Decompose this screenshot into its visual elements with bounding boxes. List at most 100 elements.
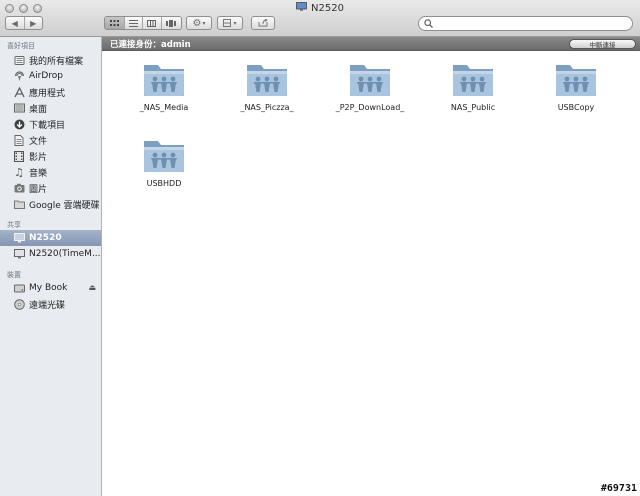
sidebar-item-applications[interactable]: 應用程式 [0, 84, 101, 100]
chevron-down-icon: ▾ [233, 19, 237, 27]
search-icon [424, 19, 433, 28]
folder-item[interactable]: NAS_Public [428, 61, 518, 112]
sidebar-item-label: 遠端光碟 [29, 300, 66, 311]
shared-folder-icon [144, 65, 184, 96]
sidebar: 喜好項目 我的所有檔案 AirDrop 應用程式 桌面 下載項目 文件 影片 ♫… [0, 37, 102, 496]
drive-icon [13, 282, 25, 294]
pictures-icon [13, 182, 25, 194]
sidebar-item-label: 影片 [29, 152, 48, 163]
sidebar-item-documents[interactable]: 文件 [0, 132, 101, 148]
icon-view-button[interactable] [105, 17, 125, 29]
window-title: N2520 [311, 3, 344, 14]
airdrop-icon [13, 70, 25, 82]
sidebar-item-n2520-timemachine[interactable]: N2520(TimeM... [0, 246, 101, 262]
folder-name: USBHDD [146, 179, 182, 188]
coverflow-icon [166, 19, 177, 27]
back-forward-control: ◀ ▶ [5, 16, 43, 30]
sidebar-item-all-files[interactable]: 我的所有檔案 [0, 52, 101, 68]
column-view-button[interactable] [143, 17, 162, 29]
shared-folder-icon [247, 65, 287, 96]
folder-name: _NAS_Piczza_ [240, 103, 294, 112]
finder-window: N2520 ◀ ▶ ⚙ ▾ ▾ 喜好項目 我的所有檔案 AirDrop 應用程式… [0, 0, 640, 496]
folder-item[interactable]: USBCopy [531, 61, 621, 112]
all-files-icon [13, 54, 25, 66]
sidebar-section-favorites: 喜好項目 [7, 42, 35, 50]
sidebar-item-label: AirDrop [29, 71, 64, 81]
search-input[interactable] [437, 17, 627, 30]
sidebar-item-label: My Book [29, 283, 68, 293]
arrange-menu-button[interactable]: ▾ [217, 16, 243, 30]
monitor-icon [13, 232, 25, 244]
connection-status: 已連接身份：admin [110, 40, 191, 50]
sidebar-item-label: Google 雲端硬碟 [29, 200, 100, 211]
sidebar-item-movies[interactable]: 影片 [0, 148, 101, 164]
sidebar-item-label: 音樂 [29, 168, 48, 179]
music-icon: ♫ [14, 165, 24, 179]
shared-folder-icon [556, 65, 596, 96]
documents-icon [13, 134, 25, 146]
shared-folder-icon [453, 65, 493, 96]
sidebar-item-label: 圖片 [29, 184, 48, 195]
icon-grid-icon [109, 19, 119, 26]
sidebar-section-devices: 裝置 [7, 271, 21, 279]
sidebar-item-airdrop[interactable]: AirDrop [0, 68, 101, 84]
eject-icon[interactable]: ⏏ [88, 283, 96, 292]
search-field[interactable] [418, 16, 633, 31]
title-bar: N2520 ◀ ▶ ⚙ ▾ ▾ [0, 0, 640, 37]
sidebar-item-label: N2520(TimeM... [29, 249, 101, 259]
sidebar-item-desktop[interactable]: 桌面 [0, 100, 101, 116]
folder-name: NAS_Public [450, 103, 496, 112]
sidebar-item-label: 我的所有檔案 [29, 56, 84, 67]
folder-icon [13, 198, 25, 210]
share-icon [258, 19, 268, 27]
action-menu-button[interactable]: ⚙ ▾ [186, 16, 212, 30]
sidebar-item-label: 下載項目 [29, 120, 66, 131]
monitor-icon [296, 2, 307, 14]
sidebar-item-label: 桌面 [29, 104, 48, 115]
sidebar-section-shared: 共享 [7, 221, 21, 229]
chevron-left-icon: ◀ [11, 18, 18, 28]
disc-icon [13, 298, 25, 310]
chevron-right-icon: ▶ [30, 18, 37, 28]
folder-item[interactable]: _NAS_Media [119, 61, 209, 112]
list-lines-icon [128, 19, 138, 27]
folder-name: USBCopy [557, 103, 595, 112]
chevron-down-icon: ▾ [202, 19, 206, 27]
downloads-icon [13, 118, 25, 130]
folder-name: _NAS_Media [139, 103, 189, 112]
disconnect-button[interactable]: 中斷連接 [569, 39, 636, 49]
columns-icon [147, 19, 157, 27]
folder-item[interactable]: _NAS_Piczza_ [222, 61, 312, 112]
folder-item[interactable]: _P2P_DownLoad_ [325, 61, 415, 112]
folder-name: _P2P_DownLoad_ [335, 103, 405, 112]
folder-item[interactable]: USBHDD [119, 137, 209, 188]
coverflow-view-button[interactable] [162, 17, 181, 29]
back-button[interactable]: ◀ [6, 17, 25, 29]
sidebar-item-music[interactable]: ♫ 音樂 [0, 164, 101, 180]
list-view-button[interactable] [125, 17, 144, 29]
view-mode-control [104, 16, 182, 30]
applications-icon [13, 86, 25, 98]
sidebar-item-google-drive[interactable]: Google 雲端硬碟 [0, 196, 101, 212]
arrange-grid-icon [223, 19, 232, 27]
shared-folder-icon [144, 141, 184, 172]
watermark: #69731 [600, 483, 637, 494]
sidebar-item-label: 應用程式 [29, 88, 66, 99]
shared-folder-icon [350, 65, 390, 96]
window-title-area: N2520 [0, 2, 640, 14]
desktop-icon [13, 102, 25, 114]
monitor-icon [13, 248, 25, 260]
sidebar-item-label: 文件 [29, 136, 48, 147]
sidebar-item-pictures[interactable]: 圖片 [0, 180, 101, 196]
sidebar-item-label: N2520 [29, 233, 62, 243]
forward-button[interactable]: ▶ [25, 17, 43, 29]
content-area: 已連接身份：admin 中斷連接 _NAS_Media _NAS_Piczza_… [102, 37, 640, 496]
sidebar-item-my-book[interactable]: My Book ⏏ [0, 280, 101, 296]
sidebar-item-n2520[interactable]: N2520 [0, 230, 101, 246]
share-button[interactable] [251, 16, 275, 30]
sidebar-item-remote-disc[interactable]: 遠端光碟 [0, 296, 101, 312]
sidebar-item-downloads[interactable]: 下載項目 [0, 116, 101, 132]
movies-icon [13, 150, 25, 162]
connection-bar: 已連接身份：admin 中斷連接 [102, 37, 640, 51]
gear-icon: ⚙ [192, 17, 202, 29]
